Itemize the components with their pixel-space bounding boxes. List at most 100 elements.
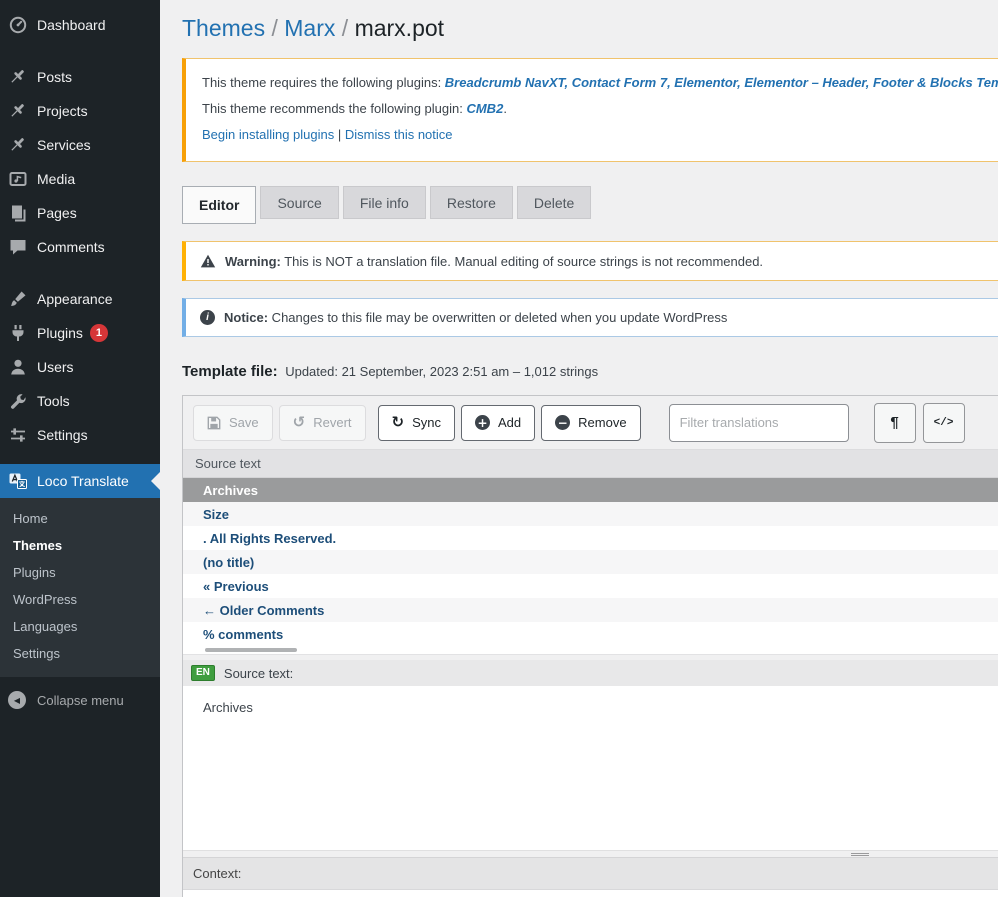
file-view-tabs: Editor Source File info Restore Delete: [182, 186, 998, 224]
sidebar-item-services[interactable]: Services: [0, 128, 160, 162]
string-row[interactable]: . All Rights Reserved.: [183, 526, 998, 550]
sidebar-item-comments[interactable]: Comments: [0, 230, 160, 264]
string-row[interactable]: Archives: [183, 478, 998, 502]
scrollbar-thumb[interactable]: [205, 648, 297, 652]
add-icon: +: [475, 415, 490, 430]
source-text-bar: EN Source text:: [183, 660, 998, 686]
string-row[interactable]: % comments: [183, 622, 998, 646]
filter-translations-input[interactable]: [669, 404, 849, 442]
tab-restore[interactable]: Restore: [430, 186, 513, 219]
warning-label: Warning:: [225, 254, 281, 269]
template-file-heading: Template file: Updated: 21 September, 20…: [182, 363, 998, 380]
template-file-label: Template file:: [182, 363, 278, 380]
plugin-link-elementor-hfb-template[interactable]: Elementor – Header, Footer & Blocks Temp…: [744, 75, 998, 90]
link-separator: ,: [564, 75, 571, 90]
requires-prefix: This theme requires the following plugin…: [202, 75, 445, 90]
resize-grip-row: [183, 850, 998, 857]
user-icon: [8, 357, 28, 377]
sidebar-item-label: Plugins: [37, 325, 83, 341]
sidebar-item-users[interactable]: Users: [0, 350, 160, 384]
info-notice: i Notice: Changes to this file may be ov…: [182, 298, 998, 337]
string-row[interactable]: « Previous: [183, 574, 998, 598]
sidebar-item-label: Settings: [37, 427, 88, 443]
toggle-code-view-button[interactable]: </>: [923, 403, 965, 443]
info-label: Notice:: [224, 310, 268, 325]
sidebar-item-tools[interactable]: Tools: [0, 384, 160, 418]
strings-list: Archives Size . All Rights Reserved. (no…: [183, 478, 998, 646]
breadcrumb-link-marx[interactable]: Marx: [284, 15, 335, 41]
warning-text: Warning: This is NOT a translation file.…: [225, 254, 763, 269]
language-badge: EN: [191, 665, 215, 681]
breadcrumb: Themes / Marx / marx.pot: [182, 14, 998, 43]
plugin-link-cmb2[interactable]: CMB2: [466, 101, 503, 116]
plugin-link-elementor[interactable]: Elementor: [674, 75, 737, 90]
tab-source[interactable]: Source: [260, 186, 338, 219]
plug-icon: [8, 323, 28, 343]
tab-delete[interactable]: Delete: [517, 186, 591, 219]
source-text-editor[interactable]: Archives: [183, 686, 998, 850]
resize-grip-handle[interactable]: [851, 852, 869, 856]
submenu-item-themes[interactable]: Themes: [0, 532, 160, 559]
submenu-item-settings[interactable]: Settings: [0, 640, 160, 667]
breadcrumb-separator: /: [265, 15, 284, 41]
warning-notice: Warning: This is NOT a translation file.…: [182, 241, 998, 281]
submenu-item-wordpress[interactable]: WordPress: [0, 586, 160, 613]
tab-editor[interactable]: Editor: [182, 186, 256, 224]
toggle-invisibles-button[interactable]: ¶: [874, 403, 916, 443]
pilcrow-icon: ¶: [890, 414, 898, 431]
action-separator: |: [334, 127, 345, 142]
add-button[interactable]: + Add: [461, 405, 535, 441]
breadcrumb-separator: /: [335, 15, 354, 41]
plugin-link-breadcrumb-navxt[interactable]: Breadcrumb NavXT: [445, 75, 565, 90]
string-row[interactable]: (no title): [183, 550, 998, 574]
collapse-menu-label: Collapse menu: [37, 693, 124, 708]
sidebar-item-plugins[interactable]: Plugins 1: [0, 316, 160, 350]
current-menu-arrow: [151, 472, 160, 490]
paintbrush-icon: [8, 289, 28, 309]
context-label: Context:: [193, 866, 241, 881]
sidebar-item-appearance[interactable]: Appearance: [0, 282, 160, 316]
save-label: Save: [229, 415, 259, 430]
warning-icon: [200, 253, 216, 269]
sync-label: Sync: [412, 415, 441, 430]
source-text-label: Source text:: [224, 666, 293, 681]
sidebar-item-label: Loco Translate: [37, 473, 129, 489]
context-editor-area[interactable]: [183, 890, 998, 897]
breadcrumb-link-themes[interactable]: Themes: [182, 15, 265, 41]
sidebar-item-label: Tools: [37, 393, 70, 409]
collapse-arrow-icon: ◀: [8, 691, 26, 709]
sidebar-item-media[interactable]: Media: [0, 162, 160, 196]
po-editor-panel: Save ↺ Revert ↻ Sync + Add − Remove ¶ </…: [182, 395, 998, 897]
sidebar-item-label: Media: [37, 171, 75, 187]
dismiss-notice-link[interactable]: Dismiss this notice: [345, 127, 453, 142]
sidebar-item-loco-translate[interactable]: Loco Translate: [0, 464, 160, 498]
column-header-label: Source text: [195, 456, 261, 471]
submenu-item-plugins[interactable]: Plugins: [0, 559, 160, 586]
plugin-link-contact-form-7[interactable]: Contact Form 7: [572, 75, 667, 90]
submenu-item-home[interactable]: Home: [0, 505, 160, 532]
sidebar-item-projects[interactable]: Projects: [0, 94, 160, 128]
pages-icon: [8, 203, 28, 223]
tab-file-info[interactable]: File info: [343, 186, 426, 219]
string-row[interactable]: ← Older Comments: [183, 598, 998, 622]
source-text-column-header: Source text: [183, 450, 998, 478]
revert-button[interactable]: ↺ Revert: [279, 405, 366, 441]
sidebar-item-pages[interactable]: Pages: [0, 196, 160, 230]
sidebar-item-label: Users: [37, 359, 74, 375]
remove-label: Remove: [578, 415, 626, 430]
pushpin-icon: [8, 135, 28, 155]
submenu-item-languages[interactable]: Languages: [0, 613, 160, 640]
collapse-menu-button[interactable]: ◀ Collapse menu: [0, 691, 160, 709]
begin-installing-plugins-link[interactable]: Begin installing plugins: [202, 127, 334, 142]
sync-button[interactable]: ↻ Sync: [378, 405, 455, 441]
save-icon: [207, 416, 221, 430]
sidebar-item-posts[interactable]: Posts: [0, 60, 160, 94]
save-button[interactable]: Save: [193, 405, 273, 441]
remove-button[interactable]: − Remove: [541, 405, 640, 441]
loco-submenu: Home Themes Plugins WordPress Languages …: [0, 498, 160, 677]
add-label: Add: [498, 415, 521, 430]
string-row[interactable]: Size: [183, 502, 998, 526]
sidebar-item-dashboard[interactable]: Dashboard: [0, 8, 160, 42]
sliders-icon: [8, 425, 28, 445]
sidebar-item-settings[interactable]: Settings: [0, 418, 160, 452]
